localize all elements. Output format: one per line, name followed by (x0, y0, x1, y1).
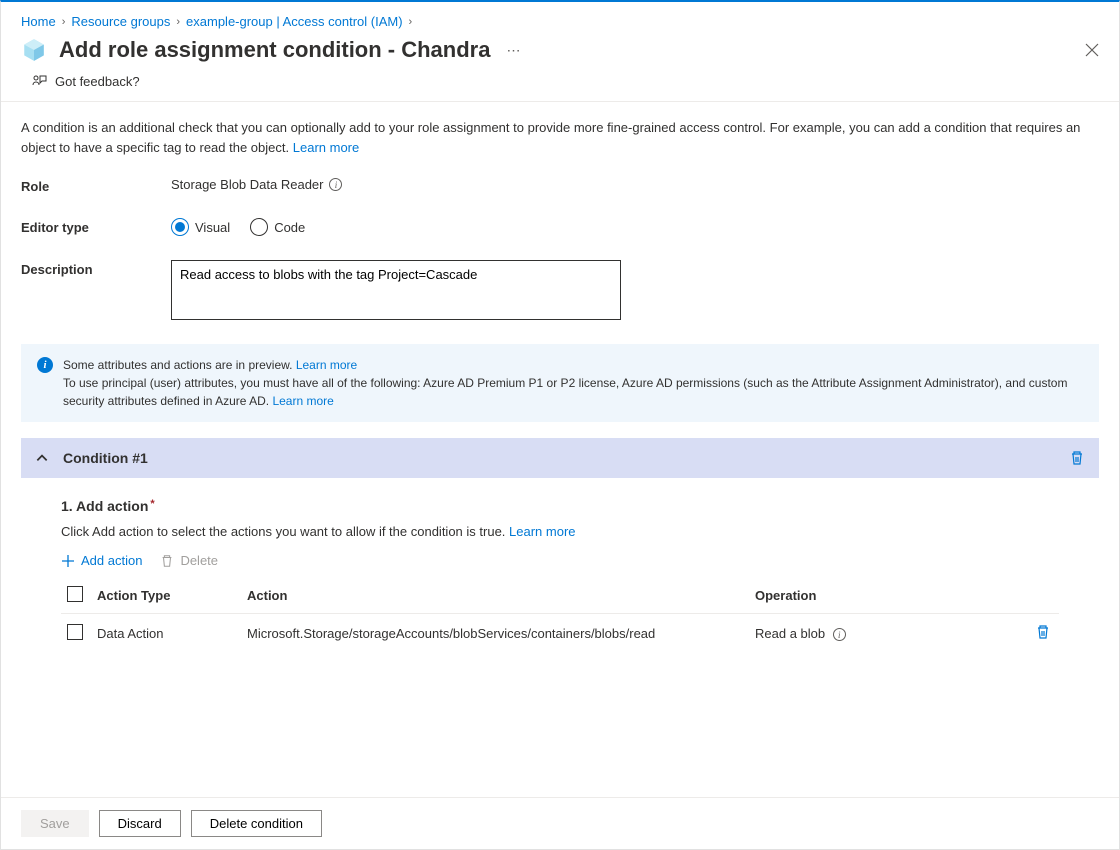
learn-more-banner2[interactable]: Learn more (272, 394, 333, 408)
radio-code-label: Code (274, 220, 305, 235)
condition-block: Condition #1 1. Add action* Click Add ac… (21, 438, 1099, 673)
condition-header[interactable]: Condition #1 (21, 438, 1099, 478)
trash-icon (160, 554, 174, 568)
cell-action-type: Data Action (91, 614, 241, 654)
learn-more-intro[interactable]: Learn more (293, 140, 359, 155)
cell-operation: Read a blob i (749, 614, 1029, 654)
breadcrumb-home[interactable]: Home (21, 14, 56, 29)
discard-button[interactable]: Discard (99, 810, 181, 837)
cell-action: Microsoft.Storage/storageAccounts/blobSe… (241, 614, 749, 654)
step1-description: Click Add action to select the actions y… (61, 524, 1059, 539)
learn-more-banner1[interactable]: Learn more (296, 358, 357, 372)
banner-line2: To use principal (user) attributes, you … (63, 376, 1067, 408)
table-row: Data Action Microsoft.Storage/storageAcc… (61, 614, 1059, 654)
content-area: A condition is an additional check that … (1, 102, 1119, 797)
banner-line1: Some attributes and actions are in previ… (63, 358, 292, 372)
delete-condition-button[interactable]: Delete condition (191, 810, 322, 837)
actions-table: Action Type Action Operation Data Action… (61, 578, 1059, 653)
breadcrumb-resource-groups[interactable]: Resource groups (71, 14, 170, 29)
add-action-button[interactable]: Add action (61, 553, 142, 568)
more-options-icon[interactable]: ⋯ (506, 42, 520, 59)
role-label: Role (21, 177, 171, 194)
chevron-right-icon: › (62, 16, 66, 28)
title-row: Add role assignment condition - Chandra … (1, 31, 1119, 73)
feedback-icon (31, 73, 47, 89)
description-input[interactable] (171, 260, 621, 320)
delete-row-icon[interactable] (1035, 624, 1051, 640)
page-title: Add role assignment condition - Chandra (59, 37, 490, 63)
save-button: Save (21, 810, 89, 837)
breadcrumb: Home › Resource groups › example-group |… (1, 2, 1119, 31)
field-role: Role Storage Blob Data Reader i (21, 177, 1099, 194)
close-icon[interactable] (1085, 43, 1099, 57)
intro-text: A condition is an additional check that … (21, 118, 1099, 157)
editor-type-label: Editor type (21, 218, 171, 235)
condition-title: Condition #1 (63, 450, 1055, 466)
role-value: Storage Blob Data Reader (171, 177, 323, 192)
plus-icon (61, 554, 75, 568)
resource-cube-icon (21, 37, 47, 63)
col-operation: Operation (749, 578, 1029, 614)
preview-info-banner: i Some attributes and actions are in pre… (21, 344, 1099, 422)
breadcrumb-example-group-iam[interactable]: example-group | Access control (IAM) (186, 14, 403, 29)
info-icon: i (37, 357, 53, 373)
field-description: Description (21, 260, 1099, 320)
learn-more-step1[interactable]: Learn more (509, 524, 575, 539)
col-action-type: Action Type (91, 578, 241, 614)
chevron-right-icon: › (409, 16, 413, 28)
radio-code[interactable]: Code (250, 218, 305, 236)
select-all-checkbox[interactable] (67, 586, 83, 602)
delete-condition-icon[interactable] (1069, 450, 1085, 466)
row-checkbox[interactable] (67, 624, 83, 640)
radio-dot-icon (171, 218, 189, 236)
radio-visual-label: Visual (195, 220, 230, 235)
feedback-link[interactable]: Got feedback? (1, 73, 1119, 102)
radio-dot-icon (250, 218, 268, 236)
feedback-label: Got feedback? (55, 74, 140, 89)
col-action: Action (241, 578, 749, 614)
chevron-right-icon: › (176, 16, 180, 28)
radio-visual[interactable]: Visual (171, 218, 230, 236)
info-icon[interactable]: i (833, 628, 846, 641)
chevron-up-icon (35, 451, 49, 465)
info-icon[interactable]: i (329, 178, 342, 191)
description-label: Description (21, 260, 171, 277)
field-editor-type: Editor type Visual Code (21, 218, 1099, 236)
delete-action-button: Delete (160, 553, 218, 568)
footer: Save Discard Delete condition (1, 797, 1119, 849)
step1-title: 1. Add action* (61, 498, 1059, 514)
